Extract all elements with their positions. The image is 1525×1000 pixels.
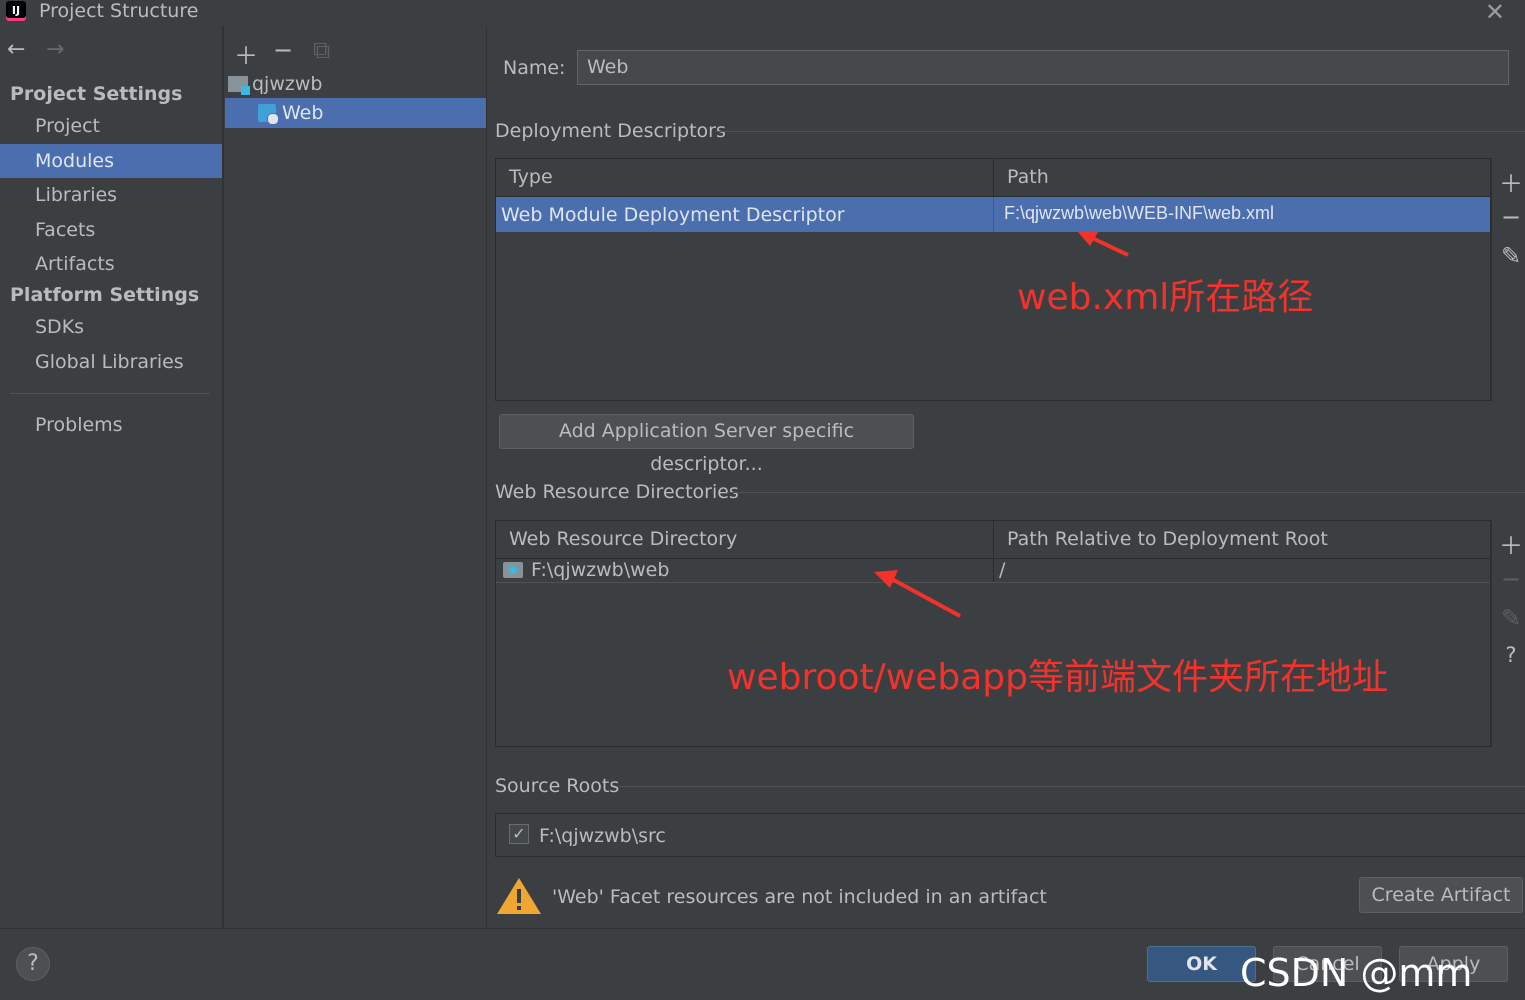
group-separator	[715, 131, 1525, 132]
sidebar-item-libraries[interactable]: Libraries	[0, 178, 222, 212]
tree-item-label: qjwzwb	[252, 73, 323, 95]
tree-item-web[interactable]: Web	[225, 98, 486, 128]
sidebar-item-project[interactable]: Project	[0, 109, 222, 143]
copy-icon[interactable]: ⧉	[313, 36, 330, 64]
remove-resource-icon[interactable]: −	[1499, 565, 1523, 593]
add-icon[interactable]: ＋	[234, 36, 258, 71]
name-input[interactable]: Web	[577, 50, 1509, 85]
group-separator	[617, 786, 1525, 787]
descriptor-path-cell: F:\qjwzwb\web\WEB-INF\web.xml	[1004, 203, 1275, 223]
panel-divider[interactable]	[486, 26, 487, 928]
column-header-path[interactable]: Path	[1007, 166, 1049, 188]
column-header-type[interactable]: Type	[509, 166, 553, 188]
back-arrow-icon[interactable]: ←	[7, 37, 25, 62]
sidebar-item-global-libraries[interactable]: Global Libraries	[0, 345, 222, 379]
name-label: Name:	[503, 57, 566, 79]
forward-arrow-icon[interactable]: →	[46, 37, 64, 62]
column-header-directory[interactable]: Web Resource Directory	[509, 528, 737, 550]
help-button[interactable]: ?	[16, 947, 50, 981]
add-resource-icon[interactable]: ＋	[1499, 526, 1523, 561]
annotation-webxml: web.xml所在路径	[1017, 277, 1314, 318]
group-separator	[727, 492, 1525, 493]
project-settings-header: Project Settings	[10, 83, 183, 105]
web-resource-directories-title: Web Resource Directories	[495, 481, 739, 503]
descriptor-type-cell: Web Module Deployment Descriptor	[501, 204, 845, 226]
platform-settings-header: Platform Settings	[10, 284, 200, 306]
tree-item-qjwzwb[interactable]: qjwzwb	[228, 70, 322, 98]
module-folder-icon	[228, 76, 250, 95]
remove-icon[interactable]: −	[273, 36, 293, 64]
column-separator	[993, 197, 994, 232]
source-root-checkbox[interactable]: ✓	[509, 824, 529, 844]
title-bar	[0, 0, 1525, 26]
warning-icon	[497, 878, 541, 914]
module-tree-panel	[224, 26, 486, 928]
add-descriptor-icon[interactable]: ＋	[1499, 164, 1523, 199]
warning-message: 'Web' Facet resources are not included i…	[552, 886, 1047, 908]
annotation-arrow-icon	[1078, 232, 1129, 257]
sidebar-item-sdks[interactable]: SDKs	[0, 310, 222, 344]
csdn-watermark: CSDN @mm	[1240, 951, 1473, 995]
deployment-descriptors-title: Deployment Descriptors	[495, 120, 726, 142]
help-question-icon[interactable]: ?	[1499, 643, 1523, 667]
close-icon[interactable]: ✕	[1485, 0, 1505, 26]
window-title: Project Structure	[39, 0, 199, 22]
web-facet-icon	[258, 104, 279, 125]
resource-directory-cell: F:\qjwzwb\web	[531, 559, 670, 581]
folder-icon	[503, 562, 523, 578]
intellij-logo-icon: IJ	[6, 1, 26, 21]
tree-item-label: Web	[282, 102, 324, 124]
edit-resource-icon[interactable]: ✎	[1499, 604, 1523, 632]
create-artifact-button[interactable]: Create Artifact	[1359, 877, 1523, 913]
source-roots-title: Source Roots	[495, 775, 620, 797]
source-root-path: F:\qjwzwb\src	[539, 825, 666, 847]
sidebar-item-artifacts[interactable]: Artifacts	[0, 247, 222, 281]
sidebar-item-facets[interactable]: Facets	[0, 213, 222, 247]
annotation-arrow-icon	[874, 570, 961, 618]
sidebar-divider	[10, 393, 210, 394]
edit-descriptor-icon[interactable]: ✎	[1499, 242, 1523, 270]
remove-descriptor-icon[interactable]: −	[1499, 203, 1523, 231]
add-server-descriptor-button[interactable]: Add Application Server specific descript…	[499, 414, 914, 475]
column-header-relative-path[interactable]: Path Relative to Deployment Root	[1007, 528, 1328, 550]
sidebar-item-modules[interactable]: Modules	[0, 144, 222, 178]
relative-path-cell: /	[999, 559, 1006, 581]
sidebar-item-problems[interactable]: Problems	[0, 408, 222, 442]
annotation-webroot: webroot/webapp等前端文件夹所在地址	[727, 657, 1388, 698]
